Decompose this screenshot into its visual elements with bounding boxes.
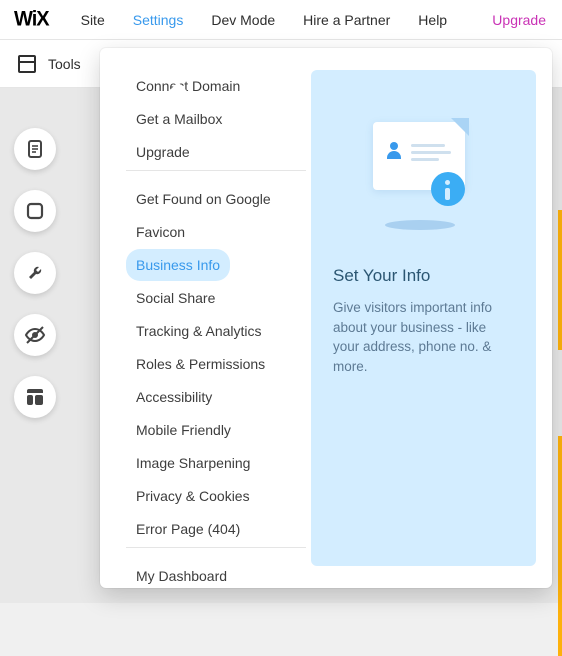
menu-business-info[interactable]: Business Info <box>126 249 230 281</box>
menu-get-found-google[interactable]: Get Found on Google <box>126 183 281 215</box>
nav-settings[interactable]: Settings <box>119 12 198 28</box>
menu-accessibility[interactable]: Accessibility <box>126 381 222 413</box>
page-icon <box>25 139 45 159</box>
square-icon <box>25 201 45 221</box>
menu-tracking-analytics[interactable]: Tracking & Analytics <box>126 315 272 347</box>
nav-help[interactable]: Help <box>404 12 461 28</box>
menu-social-share[interactable]: Social Share <box>126 282 225 314</box>
settings-dropdown: Connect Domain Get a Mailbox Upgrade Get… <box>100 48 552 588</box>
document-fold-icon <box>451 118 469 136</box>
left-tool-column <box>14 128 56 418</box>
wix-logo: WiX <box>14 7 49 31</box>
menu-mobile-friendly[interactable]: Mobile Friendly <box>126 414 241 446</box>
top-navbar: WiX Site Settings Dev Mode Hire a Partne… <box>0 0 562 40</box>
background-button[interactable] <box>14 190 56 232</box>
menu-divider <box>126 170 306 171</box>
nav-upgrade[interactable]: Upgrade <box>490 12 548 28</box>
layout-tool-button[interactable] <box>14 376 56 418</box>
page-manager-button[interactable] <box>14 128 56 170</box>
menu-my-dashboard[interactable]: My Dashboard <box>126 560 237 592</box>
dropdown-caret <box>168 82 188 92</box>
preview-description: Give visitors important info about your … <box>333 298 514 376</box>
layout-grid-icon <box>25 387 45 407</box>
menu-connect-domain[interactable]: Connect Domain <box>126 70 250 102</box>
settings-tool-button[interactable] <box>14 252 56 294</box>
tools-label[interactable]: Tools <box>48 56 81 72</box>
settings-menu-list: Connect Domain Get a Mailbox Upgrade Get… <box>116 70 311 566</box>
settings-group-3: My Dashboard <box>126 560 307 592</box>
menu-upgrade[interactable]: Upgrade <box>126 136 200 168</box>
shadow-icon <box>385 220 455 230</box>
menu-get-mailbox[interactable]: Get a Mailbox <box>126 103 232 135</box>
hide-visibility-button[interactable] <box>14 314 56 356</box>
person-icon <box>387 142 405 160</box>
right-accent <box>558 436 562 656</box>
menu-favicon[interactable]: Favicon <box>126 216 195 248</box>
wrench-icon <box>25 263 45 283</box>
eye-off-icon <box>24 324 46 346</box>
settings-group-1: Connect Domain Get a Mailbox Upgrade <box>126 70 307 168</box>
menu-image-sharpening[interactable]: Image Sharpening <box>126 447 260 479</box>
settings-group-2: Get Found on Google Favicon Business Inf… <box>126 183 307 545</box>
settings-preview-panel: Set Your Info Give visitors important in… <box>311 70 536 566</box>
nav-dev-mode[interactable]: Dev Mode <box>197 12 289 28</box>
menu-error-page[interactable]: Error Page (404) <box>126 513 250 545</box>
nav-site[interactable]: Site <box>67 12 119 28</box>
menu-privacy-cookies[interactable]: Privacy & Cookies <box>126 480 260 512</box>
nav-hire-partner[interactable]: Hire a Partner <box>289 12 404 28</box>
preview-illustration <box>369 108 479 218</box>
info-icon <box>431 172 465 206</box>
menu-divider <box>126 547 306 548</box>
text-lines-icon <box>411 144 451 161</box>
right-accent <box>558 210 562 350</box>
menu-roles-permissions[interactable]: Roles & Permissions <box>126 348 275 380</box>
layout-icon <box>18 55 36 73</box>
preview-title: Set Your Info <box>333 266 430 286</box>
